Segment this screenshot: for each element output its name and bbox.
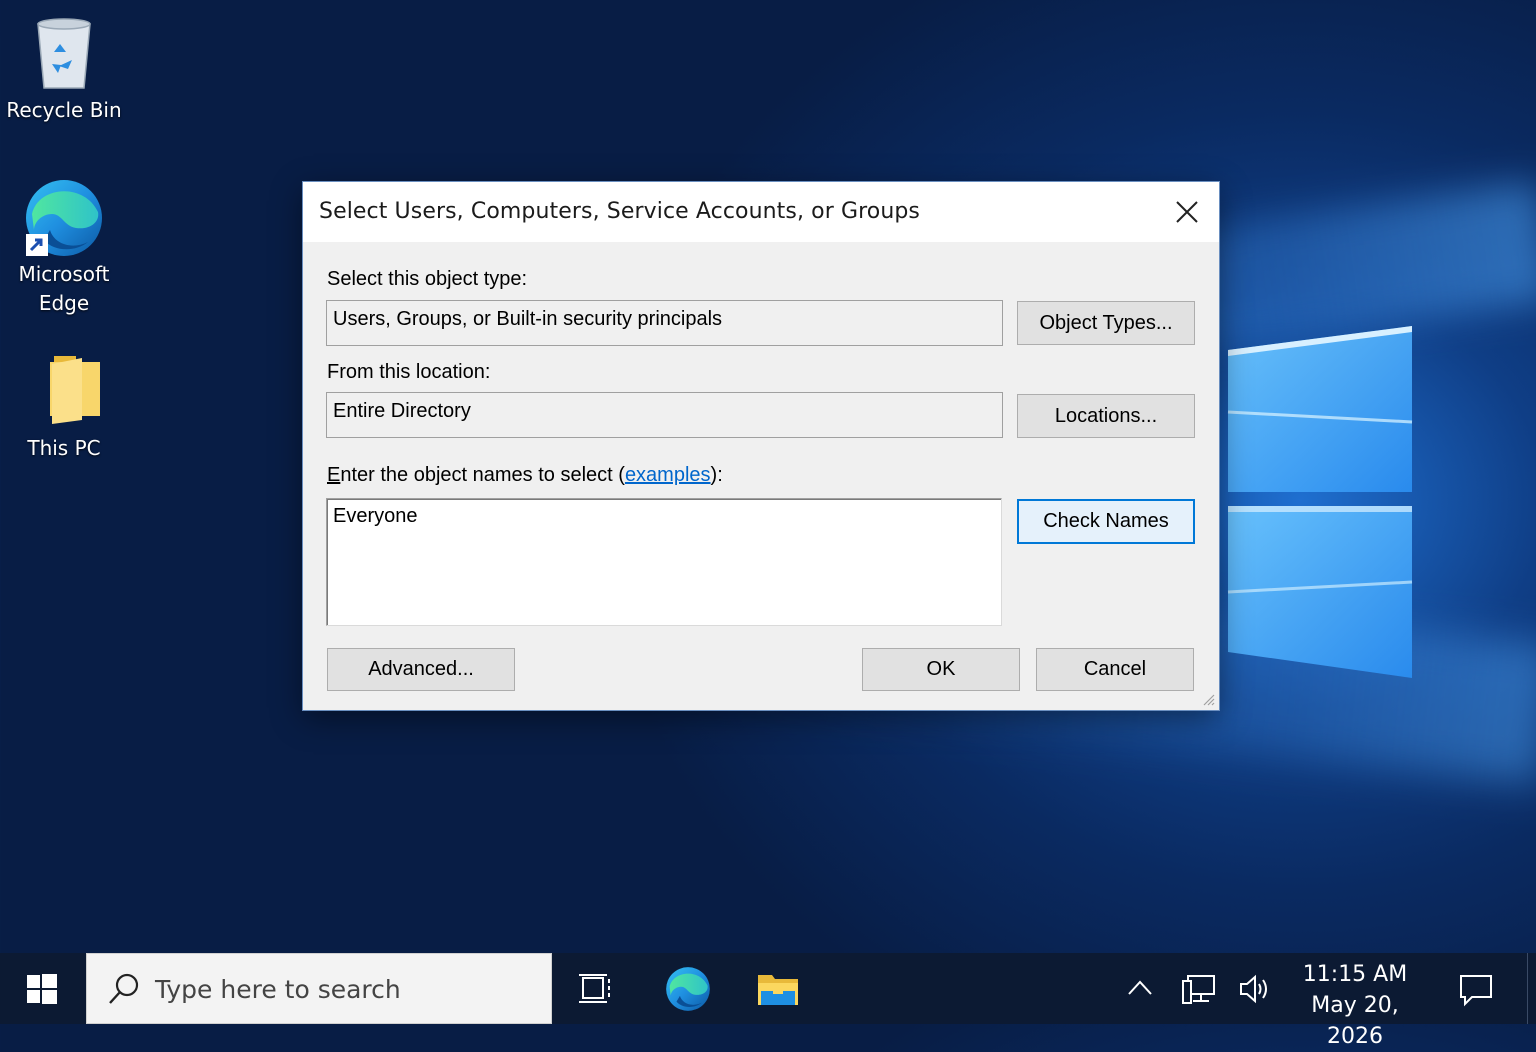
task-view-icon (579, 973, 610, 1003)
taskbar-edge-button[interactable] (648, 953, 728, 1024)
taskbar-clock[interactable]: 11:15 AM May 20, 2026 (1280, 959, 1430, 1052)
start-button[interactable] (0, 953, 84, 1024)
object-type-label: Select this object type: (327, 268, 528, 290)
resize-grip-icon[interactable] (1201, 692, 1215, 706)
select-users-dialog: Select Users, Computers, Service Account… (303, 182, 1219, 710)
close-icon (1176, 201, 1198, 223)
show-hidden-icons-button[interactable] (1126, 977, 1154, 1004)
advanced-button[interactable]: Advanced... (327, 648, 515, 691)
locations-button[interactable]: Locations... (1017, 394, 1195, 438)
location-label: From this location: (327, 361, 491, 383)
network-button[interactable] (1182, 973, 1216, 1010)
dialog-title: Select Users, Computers, Service Account… (319, 199, 920, 224)
desktop-icon-this-pc[interactable]: This PC (4, 352, 124, 463)
edge-icon (26, 180, 102, 256)
ok-button[interactable]: OK (862, 648, 1020, 691)
desktop-icon-edge[interactable]: Microsoft Edge (4, 178, 124, 318)
desktop-icon-label: Microsoft (18, 262, 110, 286)
windows-logo-wallpaper (1227, 326, 1413, 678)
speaker-icon (1240, 974, 1267, 1004)
desktop-icon-label: This PC (27, 436, 101, 460)
volume-button[interactable] (1238, 973, 1272, 1010)
search-placeholder: Type here to search (155, 975, 401, 1004)
desktop-icon-recycle-bin[interactable]: Recycle Bin (4, 14, 124, 125)
object-type-field: Users, Groups, or Built-in security prin… (326, 300, 1003, 346)
file-explorer-icon (758, 974, 798, 1005)
edge-icon (666, 966, 710, 1011)
object-names-label: Enter the object names to select (exampl… (327, 464, 723, 487)
access-key: E (327, 464, 341, 486)
location-field: Entire Directory (326, 392, 1003, 438)
dialog-titlebar[interactable]: Select Users, Computers, Service Account… (303, 182, 1219, 242)
action-center-button[interactable] (1458, 973, 1494, 1012)
chevron-up-icon (1128, 980, 1152, 995)
clock-time: 11:15 AM (1302, 962, 1408, 987)
desktop-icon-label: Recycle Bin (6, 98, 122, 122)
task-view-button[interactable] (556, 953, 636, 1024)
taskbar-search-box[interactable]: Type here to search (86, 953, 552, 1024)
show-desktop-button[interactable] (1527, 953, 1536, 1024)
label-text: ): (710, 464, 723, 486)
label-text: nter the object names to select ( (340, 464, 625, 486)
examples-link[interactable]: examples (625, 464, 711, 486)
check-names-button[interactable]: Check Names (1017, 499, 1195, 544)
close-button[interactable] (1169, 194, 1205, 230)
object-types-button[interactable]: Object Types... (1017, 301, 1195, 345)
recycle-bin-icon (37, 18, 91, 89)
network-icon (1182, 975, 1215, 1004)
notification-icon (1460, 975, 1492, 1007)
taskbar: Type here to search 11:15 AM May 20, 202… (0, 953, 1536, 1049)
search-icon (109, 973, 139, 1004)
clock-date: May 20, 2026 (1311, 993, 1399, 1049)
folder-icon (50, 356, 100, 424)
desktop-icon-label: Edge (38, 291, 90, 315)
windows-start-icon (27, 973, 57, 1004)
object-names-input[interactable]: Everyone (326, 498, 1002, 626)
cancel-button[interactable]: Cancel (1036, 648, 1194, 691)
taskbar-file-explorer-button[interactable] (738, 953, 818, 1024)
